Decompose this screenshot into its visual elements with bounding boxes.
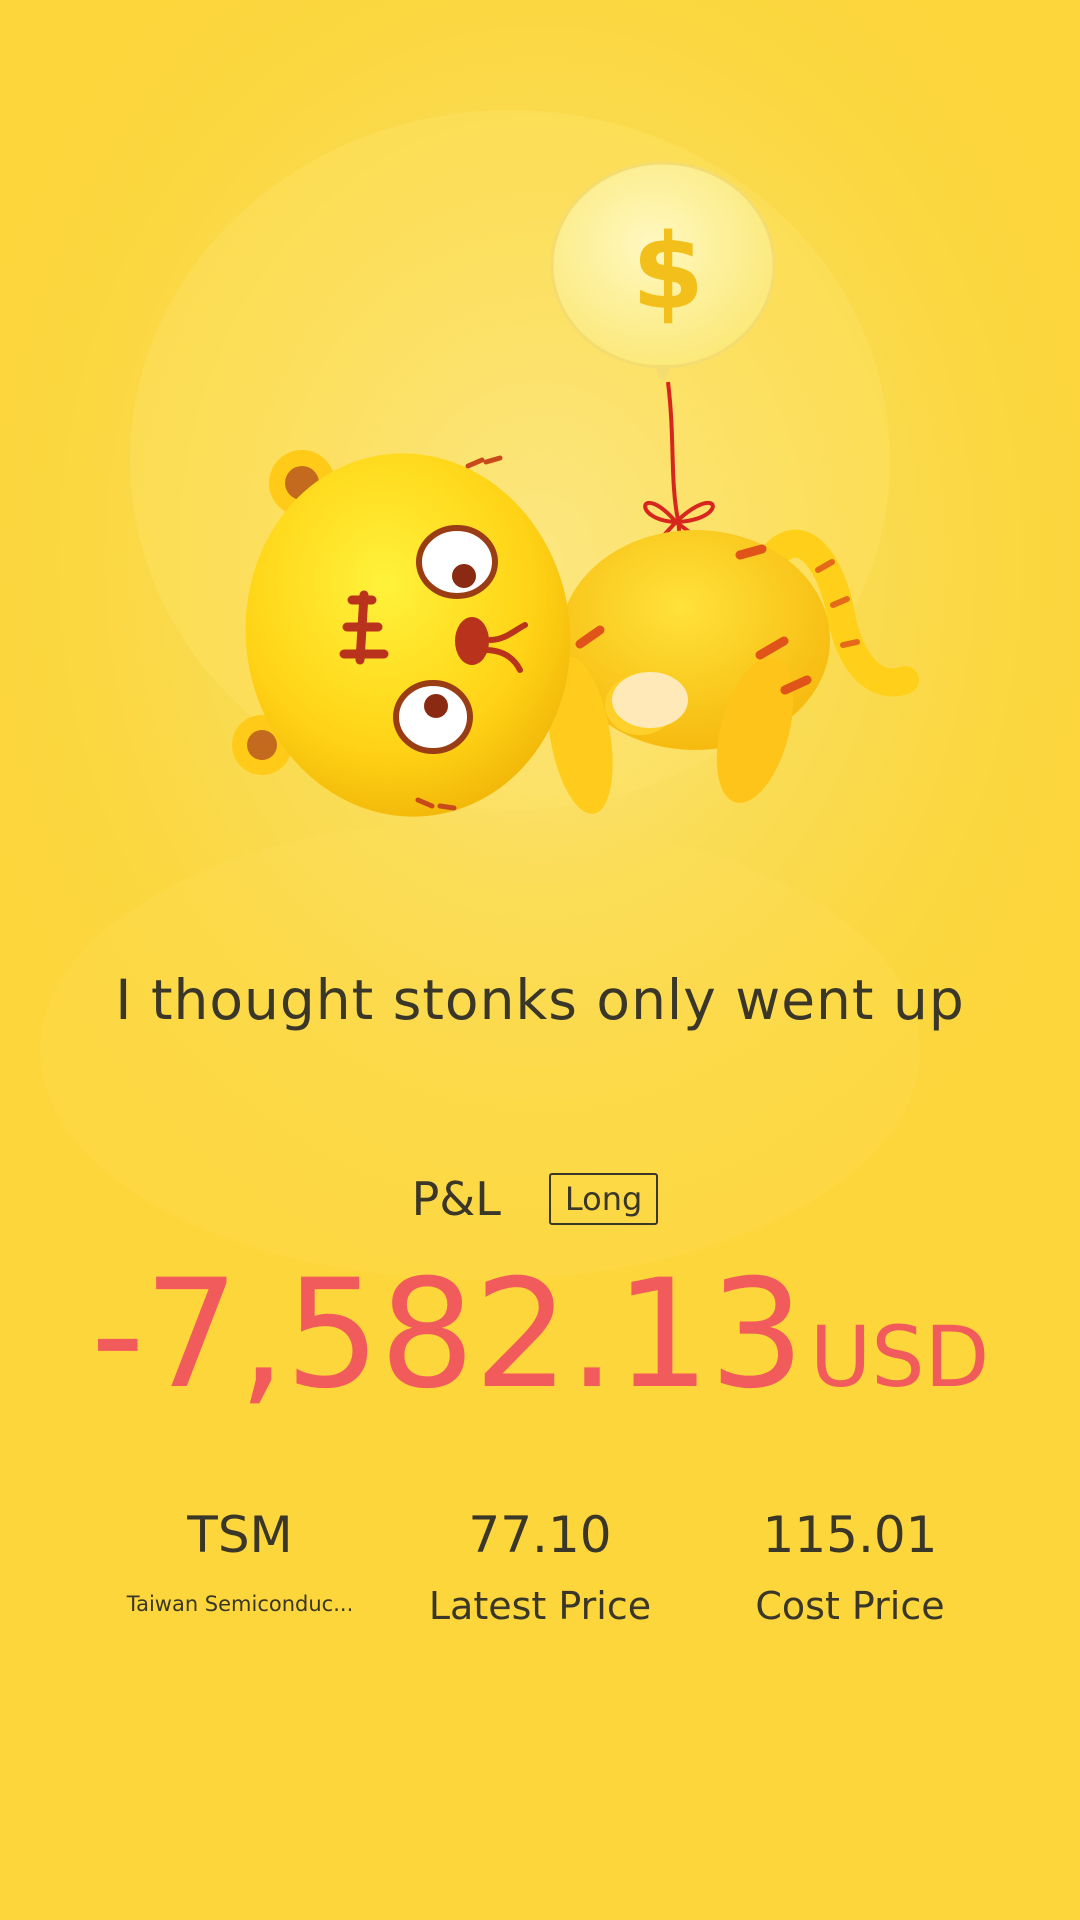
caption-text: I thought stonks only went up (115, 968, 965, 1032)
pnl-label: P&L (411, 1172, 501, 1226)
stat-ticker: TSM Taiwan Semiconduc... (80, 1500, 400, 1620)
company-name: Taiwan Semiconduc... (126, 1592, 354, 1616)
pnl-amount-row: -7,582.13 USD (0, 1255, 1080, 1415)
pnl-currency: USD (809, 1308, 990, 1406)
tiger-balloon-illustration: $ (0, 0, 1080, 880)
latest-price-value: 77.10 (468, 1506, 612, 1564)
cost-price-label: Cost Price (755, 1584, 945, 1628)
latest-price-label: Latest Price (428, 1584, 652, 1628)
position-stats: TSM Taiwan Semiconduc... 77.10 Latest Pr… (0, 1500, 1080, 1650)
pnl-amount: -7,582.13 (90, 1248, 805, 1422)
pnl-header: P&L Long (0, 1172, 1080, 1226)
tiger-mascot-icon: $ (232, 161, 919, 817)
stat-latest-price: 77.10 Latest Price (380, 1500, 700, 1634)
dollar-icon: $ (632, 211, 704, 333)
stat-cost-price: 115.01 Cost Price (690, 1500, 1010, 1634)
ticker-symbol: TSM (187, 1506, 293, 1564)
position-direction-badge: Long (548, 1173, 659, 1225)
cost-price-value: 115.01 (762, 1506, 938, 1564)
